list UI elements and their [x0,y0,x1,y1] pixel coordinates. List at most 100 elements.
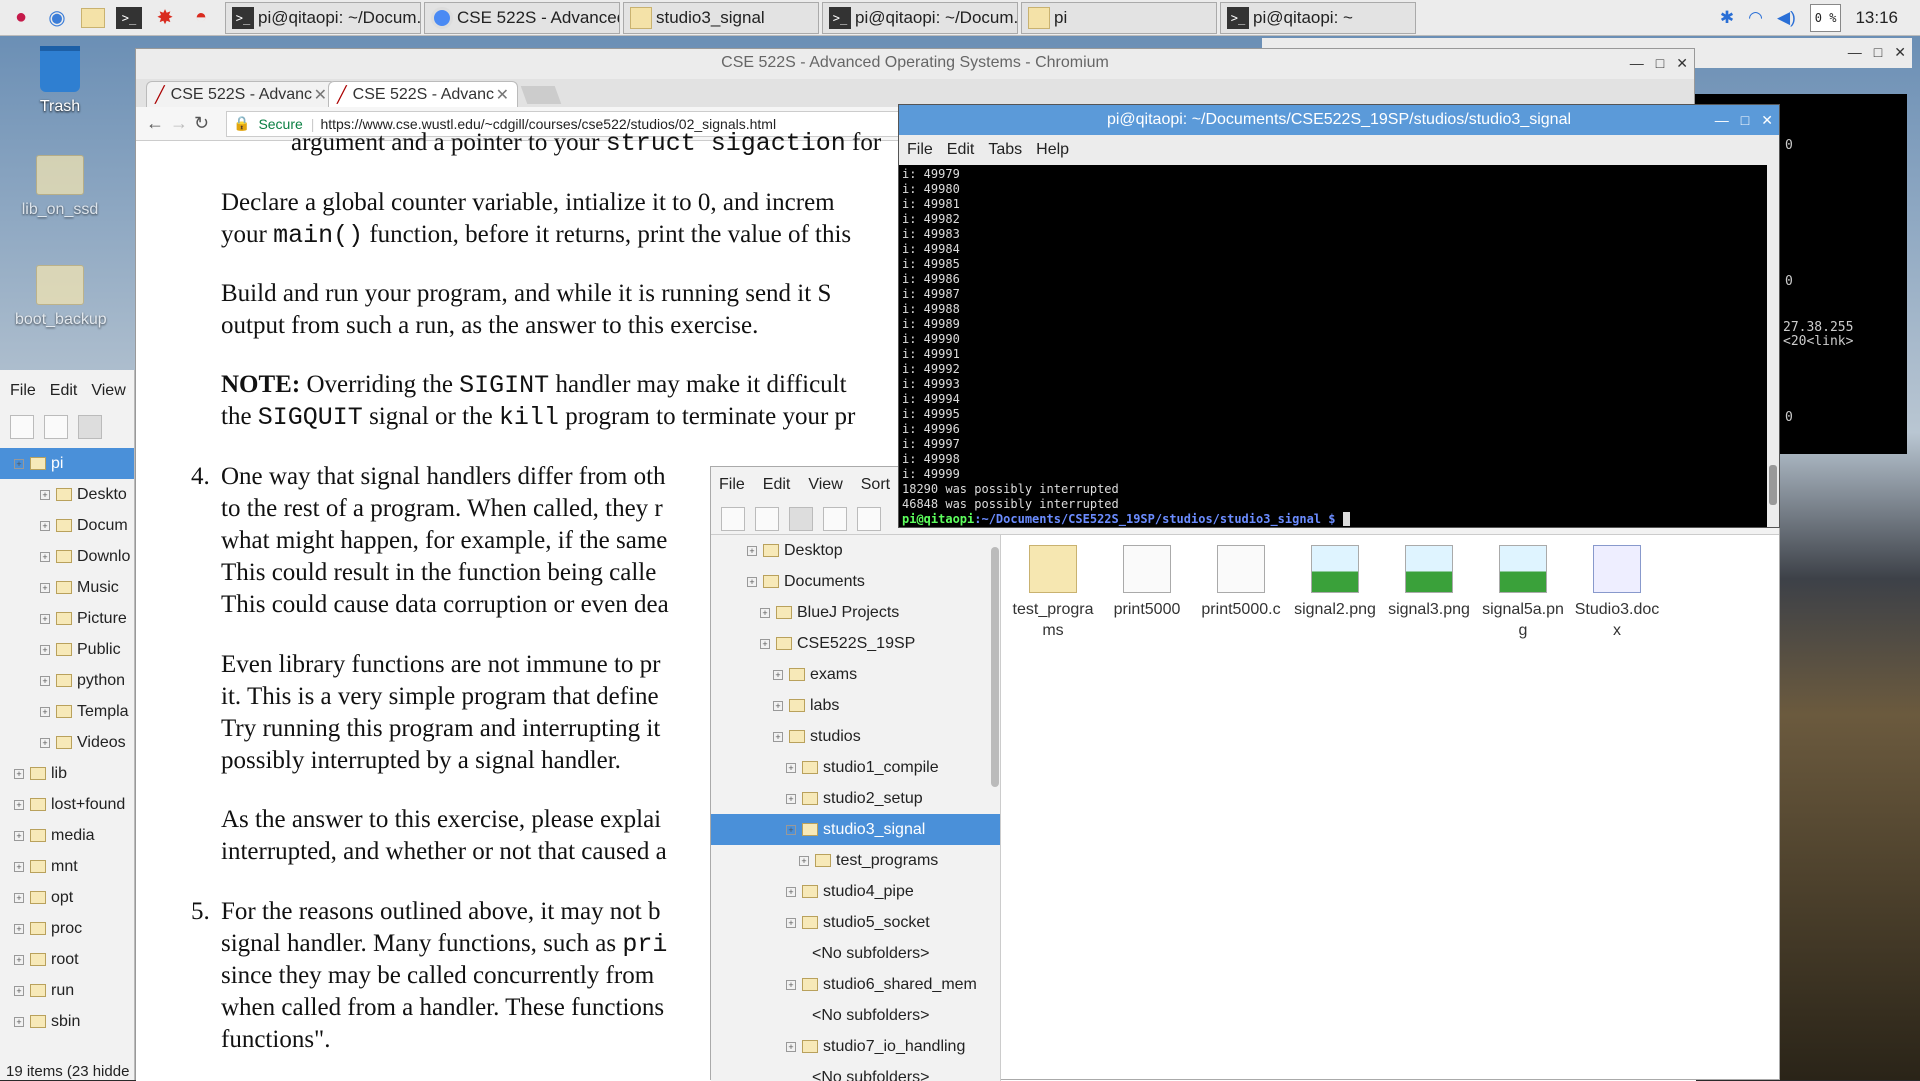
menu-view[interactable]: View [808,476,842,494]
close-icon[interactable]: ✕ [1894,44,1906,61]
menu-sort[interactable]: Sort [861,476,890,494]
desktop-icon-trash[interactable]: Trash [15,46,105,116]
terminal-prompt[interactable]: pi@qitaopi:~/Documents/CSE522S_19SP/stud… [902,512,1776,527]
browser-tab-active[interactable]: ╱CSE 522S - Advanc✕ [328,81,518,107]
close-icon[interactable]: ✕ [1676,49,1688,77]
tree-item[interactable]: <No subfolders> [711,938,1000,969]
tree-item[interactable]: +CSE522S_19SP [711,628,1000,659]
taskbar-task-button[interactable]: >_pi@qitaopi: ~/Docum... [225,2,421,34]
expander-icon[interactable]: + [14,924,24,934]
tree-item[interactable]: +opt [0,882,134,913]
compact-view-icon[interactable] [823,507,847,531]
tree-item[interactable]: +Documents [711,566,1000,597]
mathematica-launcher-icon[interactable]: ✸ [150,3,180,33]
tree-item[interactable]: +Docum [0,510,134,541]
expander-icon[interactable]: + [40,738,50,748]
tree-item[interactable]: +studio1_compile [711,752,1000,783]
tree-item[interactable]: +Desktop [711,535,1000,566]
tree-item[interactable]: +studio4_pipe [711,876,1000,907]
icon-view-icon[interactable] [44,415,68,439]
taskbar-task-button[interactable]: >_pi@qitaopi: ~ [1220,2,1416,34]
expander-icon[interactable]: + [786,887,796,897]
minimize-icon[interactable]: — [1630,49,1644,77]
desktop-icon-boot-backup[interactable]: boot_backup [15,265,105,329]
expander-icon[interactable]: + [760,608,770,618]
expander-icon[interactable]: + [14,893,24,903]
menu-edit[interactable]: Edit [763,476,791,494]
terminal-scrollbar[interactable] [1767,165,1779,527]
back-icon[interactable]: ← [146,113,170,134]
maximize-icon[interactable]: □ [1741,105,1749,135]
minimize-icon[interactable]: — [1715,105,1729,135]
expander-icon[interactable]: + [760,639,770,649]
tree-item[interactable]: +Picture [0,603,134,634]
tree-item[interactable]: +Public [0,634,134,665]
browser-launcher-icon[interactable]: ◉ [42,3,72,33]
maximize-icon[interactable]: □ [1656,49,1664,77]
expander-icon[interactable]: + [773,701,783,711]
file-item[interactable]: print5000.c [1197,545,1285,641]
file-item[interactable]: Studio3.docx [1573,545,1661,641]
close-tab-icon[interactable]: ✕ [496,85,509,105]
expander-icon[interactable]: + [786,825,796,835]
tree-item[interactable]: +sbin [0,1006,134,1037]
expander-icon[interactable]: + [14,955,24,965]
expander-icon[interactable]: + [14,800,24,810]
list-view-icon[interactable] [857,507,881,531]
new-window-icon[interactable] [721,507,745,531]
cpu-monitor[interactable]: 0 % [1810,4,1842,32]
expander-icon[interactable]: + [14,1017,24,1027]
tree-item[interactable]: +studio3_signal [711,814,1000,845]
tree-item[interactable]: +pi [0,448,134,479]
menu-tabs[interactable]: Tabs [988,141,1022,159]
terminal-launcher-icon[interactable]: >_ [114,3,144,33]
expander-icon[interactable]: + [40,707,50,717]
tree-item[interactable]: <No subfolders> [711,1000,1000,1031]
expander-icon[interactable]: + [14,831,24,841]
file-item[interactable]: print5000 [1103,545,1191,641]
tree-item[interactable]: +Deskto [0,479,134,510]
desktop-icon-lib-on-ssd[interactable]: lib_on_ssd [15,155,105,219]
tree-scrollbar[interactable] [991,547,999,787]
tree-item[interactable]: +studio6_shared_mem [711,969,1000,1000]
expander-icon[interactable]: + [40,521,50,531]
tree-item[interactable]: +Music [0,572,134,603]
maximize-icon[interactable]: □ [1874,44,1882,61]
tree-item[interactable]: +Downlo [0,541,134,572]
expander-icon[interactable]: + [786,794,796,804]
terminal-output[interactable]: i: 49979i: 49980i: 49981i: 49982i: 49983… [899,165,1779,529]
icon-view-icon[interactable] [755,507,779,531]
thumbnail-view-icon[interactable] [789,507,813,531]
scroll-thumb[interactable] [1769,465,1777,505]
tree-item[interactable]: +studio7_io_handling [711,1031,1000,1062]
expander-icon[interactable]: + [786,1042,796,1052]
expander-icon[interactable]: + [747,546,757,556]
tree-item[interactable]: +proc [0,913,134,944]
tree-item[interactable]: +labs [711,690,1000,721]
close-tab-icon[interactable]: ✕ [314,85,327,105]
expander-icon[interactable]: + [786,918,796,928]
volume-icon[interactable]: ◀) [1777,8,1796,28]
wifi-icon[interactable]: ◠ [1748,8,1763,28]
menu-file[interactable]: File [719,476,745,494]
expander-icon[interactable]: + [40,676,50,686]
minimize-icon[interactable]: — [1848,44,1862,61]
expander-icon[interactable]: + [773,732,783,742]
tree-item[interactable]: +python [0,665,134,696]
wolfram-launcher-icon[interactable]: ◓ [186,3,216,33]
menu-view[interactable]: View [91,382,125,400]
menu-file[interactable]: File [907,141,933,159]
expander-icon[interactable]: + [786,980,796,990]
expander-icon[interactable]: + [773,670,783,680]
close-icon[interactable]: ✕ [1761,105,1773,135]
tree-item[interactable]: +lib [0,758,134,789]
tree-item[interactable]: +lost+found [0,789,134,820]
expander-icon[interactable]: + [799,856,809,866]
reload-icon[interactable]: ↻ [194,113,218,134]
expander-icon[interactable]: + [14,986,24,996]
raspberry-menu-icon[interactable]: ● [6,3,36,33]
file-item[interactable]: signal3.png [1385,545,1473,641]
expander-icon[interactable]: + [747,577,757,587]
expander-icon[interactable]: + [786,763,796,773]
taskbar-task-button[interactable]: pi [1021,2,1217,34]
